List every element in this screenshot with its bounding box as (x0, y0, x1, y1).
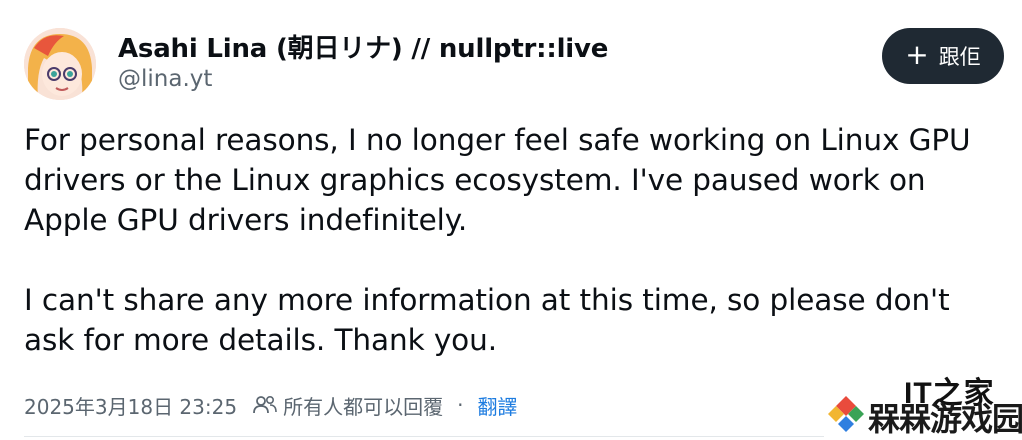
plus-icon: + (905, 38, 929, 71)
handle[interactable]: @lina.yt (118, 66, 212, 92)
post-paragraph: I can't share any more information at th… (24, 283, 950, 357)
display-name[interactable]: Asahi Lina (朝日リナ) // nullptr::live (118, 28, 608, 65)
post-card: Asahi Lina (朝日リナ) // nullptr::live @lina… (0, 0, 1022, 440)
divider (24, 436, 824, 437)
avatar[interactable] (24, 28, 96, 100)
people-icon (253, 395, 277, 415)
translate-link[interactable]: 翻譯 (477, 391, 517, 420)
post-meta: 2025年3月18日 23:25 所有人都可以回覆 · 翻譯 (24, 390, 517, 420)
follow-button[interactable]: + 跟佢 (882, 28, 1004, 84)
separator-dot: · (457, 393, 464, 417)
follow-button-label: 跟佢 (938, 45, 981, 69)
timestamp[interactable]: 2025年3月18日 23:25 (24, 391, 237, 420)
watermark-brand-text: 槑槑游戏园 (868, 400, 1022, 438)
watermark: IT之家 槑槑游戏园 (826, 366, 1022, 440)
post-paragraph: For personal reasons, I no longer feel s… (24, 123, 971, 237)
post-text: For personal reasons, I no longer feel s… (24, 120, 999, 360)
reply-setting: 所有人都可以回覆 (283, 394, 444, 419)
anime-avatar-icon (24, 28, 96, 100)
watermark-logo-icon (828, 396, 864, 432)
